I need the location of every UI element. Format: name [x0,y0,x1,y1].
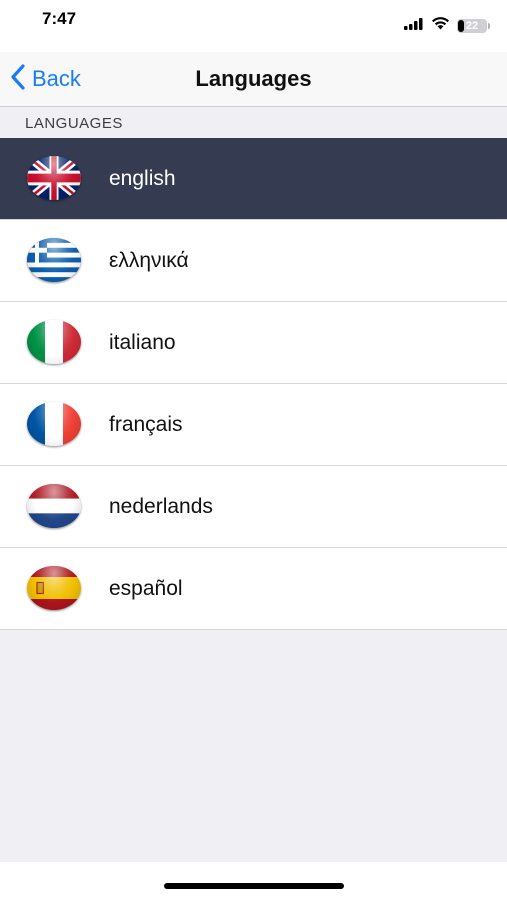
italy-flag-icon [27,320,81,364]
greece-flag-icon [27,238,81,282]
language-label: español [109,576,183,600]
flag-gloss [27,238,81,282]
netherlands-flag-icon [27,484,81,528]
status-bar: 7:47 22 [0,0,507,52]
flag-gloss [27,320,81,364]
navigation-bar: Languages Back [0,52,507,107]
language-row-french[interactable]: français [0,384,507,466]
language-row-dutch[interactable]: nederlands [0,466,507,548]
france-flag-icon [27,402,81,446]
battery-tip [488,22,490,29]
language-row-italian[interactable]: italiano [0,302,507,384]
flag-gloss [27,566,81,610]
flag-gloss [27,156,81,200]
language-label: english [109,166,176,190]
spain-flag-icon [27,566,81,610]
home-area [0,862,507,900]
section-header-label: LANGUAGES [25,115,123,132]
back-label: Back [32,66,81,91]
battery-icon: 22 [457,18,490,33]
chevron-left-icon [10,63,26,95]
signal-icon [404,17,424,35]
wifi-icon [431,16,450,35]
battery-fill [458,19,465,32]
language-row-english[interactable]: english [0,138,507,220]
status-icons: 22 [404,16,490,35]
language-label: nederlands [109,494,213,518]
language-label: italiano [109,330,176,354]
uk-flag-icon [27,156,81,200]
language-list: english ελληνικά italiano français neder… [0,138,507,630]
flag-gloss [27,484,81,528]
language-label: français [109,412,183,436]
home-indicator[interactable] [164,883,344,889]
battery-level: 22 [465,19,479,32]
language-label: ελληνικά [109,248,189,272]
status-time: 7:47 [42,9,77,28]
flag-gloss [27,402,81,446]
section-header: LANGUAGES [0,107,507,138]
language-row-spanish[interactable]: español [0,548,507,630]
back-button[interactable]: Back [10,52,81,106]
language-row-greek[interactable]: ελληνικά [0,220,507,302]
